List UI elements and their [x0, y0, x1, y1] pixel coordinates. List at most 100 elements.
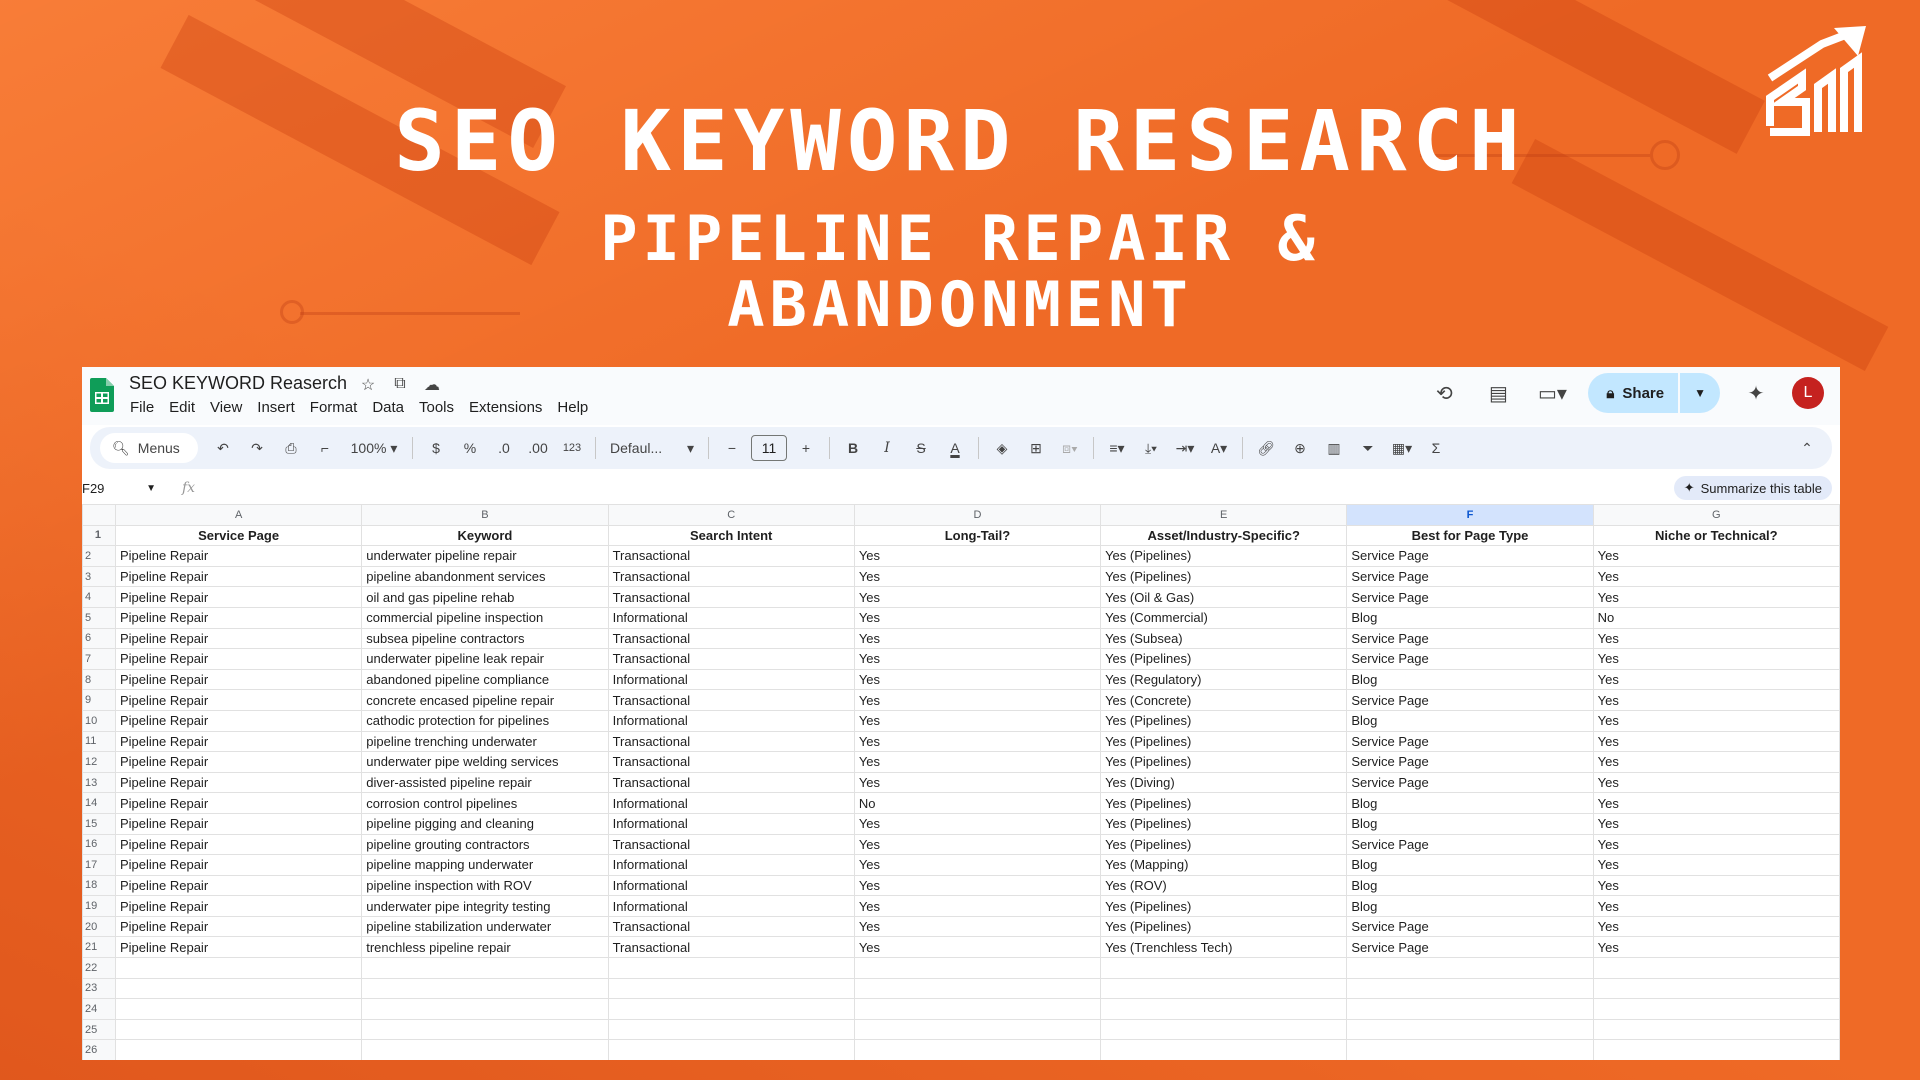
insert-chart-icon[interactable]: ▥ — [1319, 433, 1349, 463]
share-main[interactable]: 🔒︎ Share — [1588, 373, 1678, 413]
cell[interactable] — [361, 977, 609, 1000]
cell[interactable] — [114, 1018, 363, 1041]
row-number[interactable]: 13 — [82, 771, 116, 794]
cell[interactable]: Yes (Pipelines) — [1100, 545, 1348, 567]
cell[interactable]: Transactional — [607, 730, 855, 753]
cell[interactable] — [114, 977, 363, 1000]
row-number[interactable]: 11 — [82, 730, 116, 753]
cell[interactable]: corrosion control pipelines — [361, 792, 609, 814]
increase-decimal-button[interactable]: .00 — [523, 433, 553, 463]
cell[interactable]: Yes — [853, 565, 1102, 588]
cell[interactable]: Pipeline Repair — [114, 833, 363, 856]
currency-format-button[interactable]: $ — [421, 433, 451, 463]
select-all-corner[interactable] — [82, 504, 116, 526]
row-number[interactable]: 19 — [82, 895, 116, 917]
cell[interactable]: Yes — [1592, 936, 1840, 959]
vertical-align-icon[interactable]: ⤓▾ — [1136, 433, 1166, 463]
cell[interactable]: Pipeline Repair — [114, 812, 363, 835]
cell[interactable] — [853, 1018, 1102, 1041]
cell[interactable]: Yes (Pipelines) — [1100, 730, 1348, 753]
cell[interactable]: Informational — [607, 812, 855, 835]
comments-icon[interactable]: ▤ — [1480, 381, 1516, 406]
cell[interactable]: Service Page — [1346, 915, 1594, 938]
cell[interactable]: Yes — [1592, 771, 1840, 794]
cell[interactable] — [1346, 1039, 1594, 1060]
cell[interactable]: commercial pipeline inspection — [361, 606, 609, 629]
cell[interactable]: Yes — [853, 771, 1102, 794]
cell[interactable]: oil and gas pipeline rehab — [361, 586, 609, 608]
cell[interactable]: Blog — [1346, 895, 1594, 917]
cell[interactable]: Transactional — [607, 771, 855, 794]
cell[interactable]: Yes — [853, 915, 1102, 938]
cell[interactable] — [1346, 977, 1594, 1000]
row-number[interactable]: 16 — [82, 833, 116, 856]
cell[interactable]: Informational — [607, 668, 855, 691]
cell[interactable]: Service Page — [1346, 751, 1594, 773]
cell[interactable]: Yes — [1592, 833, 1840, 856]
number-format-button[interactable]: 123 — [557, 433, 587, 463]
cell[interactable]: cathodic protection for pipelines — [361, 709, 609, 732]
cell[interactable]: Yes — [1592, 565, 1840, 588]
cell[interactable]: Search Intent — [607, 524, 855, 547]
cell[interactable]: Long-Tail? — [853, 524, 1102, 547]
cell[interactable] — [607, 977, 855, 1000]
cell[interactable]: Service Page — [1346, 730, 1594, 753]
filter-views-icon[interactable]: ▦▾ — [1387, 433, 1417, 463]
row-number[interactable]: 6 — [82, 627, 116, 650]
cell[interactable]: Yes — [853, 668, 1102, 691]
cell[interactable]: Blog — [1346, 854, 1594, 876]
cell[interactable]: Transactional — [607, 936, 855, 959]
cell[interactable]: Yes — [853, 833, 1102, 856]
row-number[interactable]: 15 — [82, 812, 116, 835]
text-rotation-icon[interactable]: A▾ — [1204, 433, 1234, 463]
cell[interactable]: Yes (Pipelines) — [1100, 709, 1348, 732]
row-number[interactable]: 8 — [82, 668, 116, 691]
cell[interactable]: Service Page — [1346, 689, 1594, 711]
fill-color-icon[interactable]: ◈ — [987, 433, 1017, 463]
cell[interactable]: underwater pipe welding services — [361, 751, 609, 773]
row-number[interactable]: 20 — [82, 915, 116, 938]
cell[interactable]: Informational — [607, 895, 855, 917]
cell[interactable]: Pipeline Repair — [114, 751, 363, 773]
column-header-a[interactable]: A — [114, 504, 363, 526]
row-number[interactable]: 25 — [82, 1018, 116, 1041]
cell[interactable]: Service Page — [1346, 565, 1594, 588]
cell[interactable]: Yes — [1592, 792, 1840, 814]
cell[interactable]: Blog — [1346, 792, 1594, 814]
cell[interactable] — [114, 1039, 363, 1060]
cell[interactable]: Yes — [853, 874, 1102, 897]
cell[interactable]: Yes — [853, 812, 1102, 835]
cell[interactable]: Pipeline Repair — [114, 874, 363, 897]
cell[interactable]: pipeline trenching underwater — [361, 730, 609, 753]
text-color-button[interactable]: A — [940, 433, 970, 463]
cell[interactable]: Yes — [1592, 874, 1840, 897]
cell[interactable]: Service Page — [1346, 771, 1594, 794]
insert-comment-icon[interactable]: ⊕ — [1285, 433, 1315, 463]
cell[interactable]: Yes — [853, 751, 1102, 773]
cell[interactable] — [114, 998, 363, 1020]
cell[interactable]: No — [1592, 606, 1840, 629]
summarize-table-button[interactable]: ✦ Summarize this table — [1673, 476, 1832, 500]
cell[interactable]: Yes — [853, 895, 1102, 917]
font-select[interactable]: Defaul... ▾ — [604, 433, 700, 463]
cell[interactable]: Pipeline Repair — [114, 627, 363, 650]
cell[interactable]: Yes — [1592, 730, 1840, 753]
cell[interactable]: Yes (ROV) — [1100, 874, 1348, 897]
cell[interactable]: Yes (Diving) — [1100, 771, 1348, 794]
cell[interactable] — [1100, 1018, 1348, 1041]
cell[interactable]: Transactional — [607, 833, 855, 856]
cell[interactable] — [1592, 977, 1840, 1000]
cell[interactable]: pipeline stabilization underwater — [361, 915, 609, 938]
cell[interactable]: Transactional — [607, 915, 855, 938]
cell[interactable]: trenchless pipeline repair — [361, 936, 609, 959]
cell[interactable] — [361, 1039, 609, 1060]
column-header-c[interactable]: C — [607, 504, 855, 526]
cell[interactable]: Yes (Pipelines) — [1100, 915, 1348, 938]
cell[interactable] — [361, 957, 609, 979]
cell[interactable]: Yes — [1592, 586, 1840, 608]
bold-button[interactable]: B — [838, 433, 868, 463]
cell[interactable] — [607, 1018, 855, 1041]
cell[interactable]: Informational — [607, 854, 855, 876]
sheets-logo-icon[interactable] — [90, 378, 114, 412]
cell[interactable]: Service Page — [114, 524, 363, 547]
